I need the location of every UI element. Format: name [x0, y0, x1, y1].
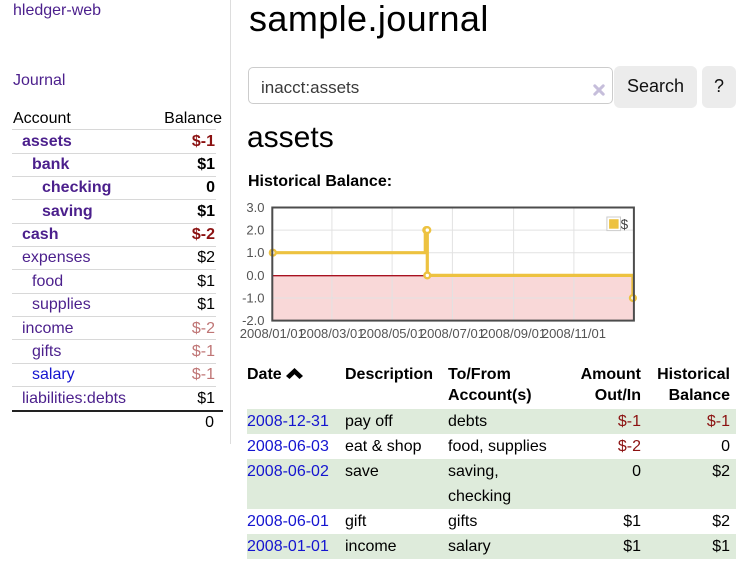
svg-text:2008/11/01: 2008/11/01	[542, 326, 606, 341]
svg-text:2.0: 2.0	[246, 223, 264, 238]
svg-text:$: $	[621, 217, 629, 232]
svg-text:2008/03/01: 2008/03/01	[299, 326, 364, 341]
svg-text:3.0: 3.0	[246, 200, 264, 215]
svg-text:-1.0: -1.0	[242, 291, 264, 306]
svg-text:2008/09/01: 2008/09/01	[481, 326, 546, 341]
svg-text:2008/07/01: 2008/07/01	[420, 326, 485, 341]
svg-text:2008/01/01: 2008/01/01	[240, 326, 305, 341]
svg-text:1.0: 1.0	[246, 245, 264, 260]
svg-text:0.0: 0.0	[246, 268, 264, 283]
svg-text:2008/05/01: 2008/05/01	[360, 326, 425, 341]
